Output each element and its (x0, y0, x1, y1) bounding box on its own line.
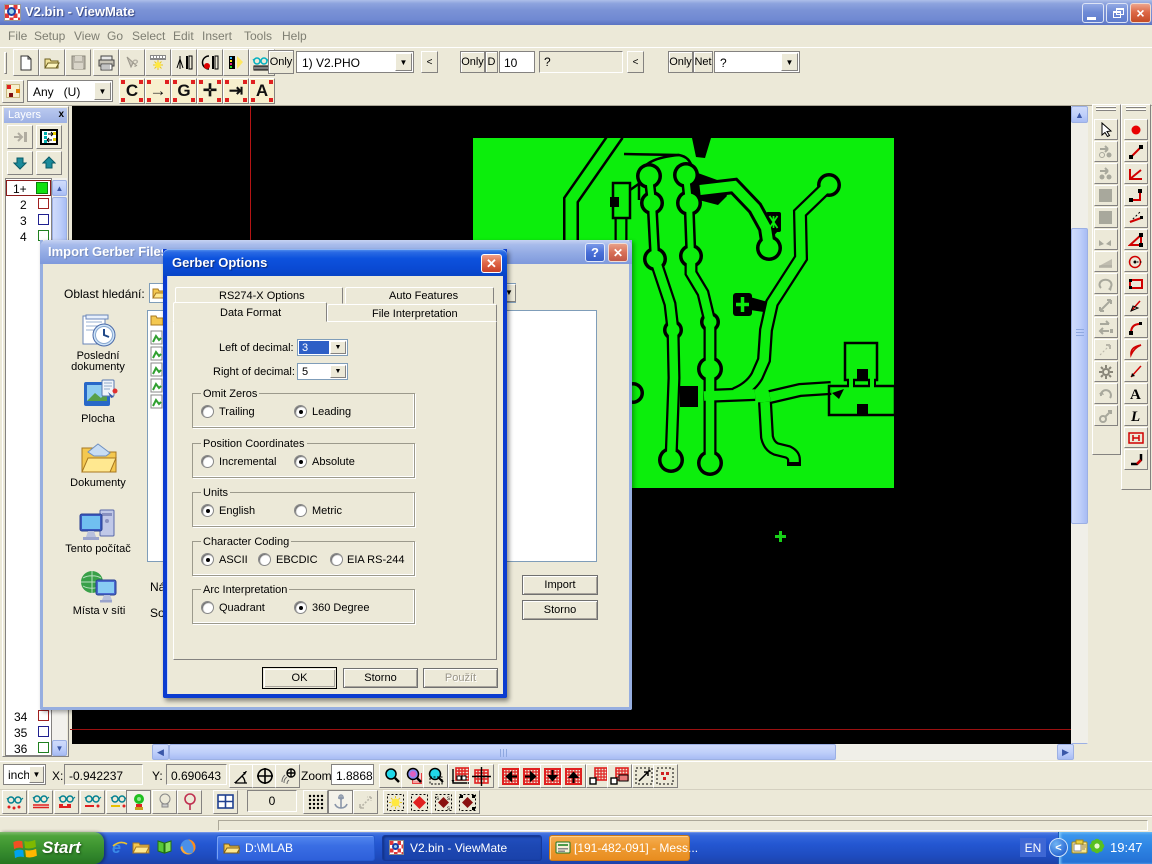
svg-text:s: s (447, 796, 450, 802)
svg-text:s: s (447, 806, 450, 811)
svg-text:?: ? (132, 58, 139, 70)
svg-text:L: L (1130, 409, 1140, 424)
svg-text:A: A (1130, 387, 1141, 402)
svg-text:s: s (436, 796, 439, 802)
